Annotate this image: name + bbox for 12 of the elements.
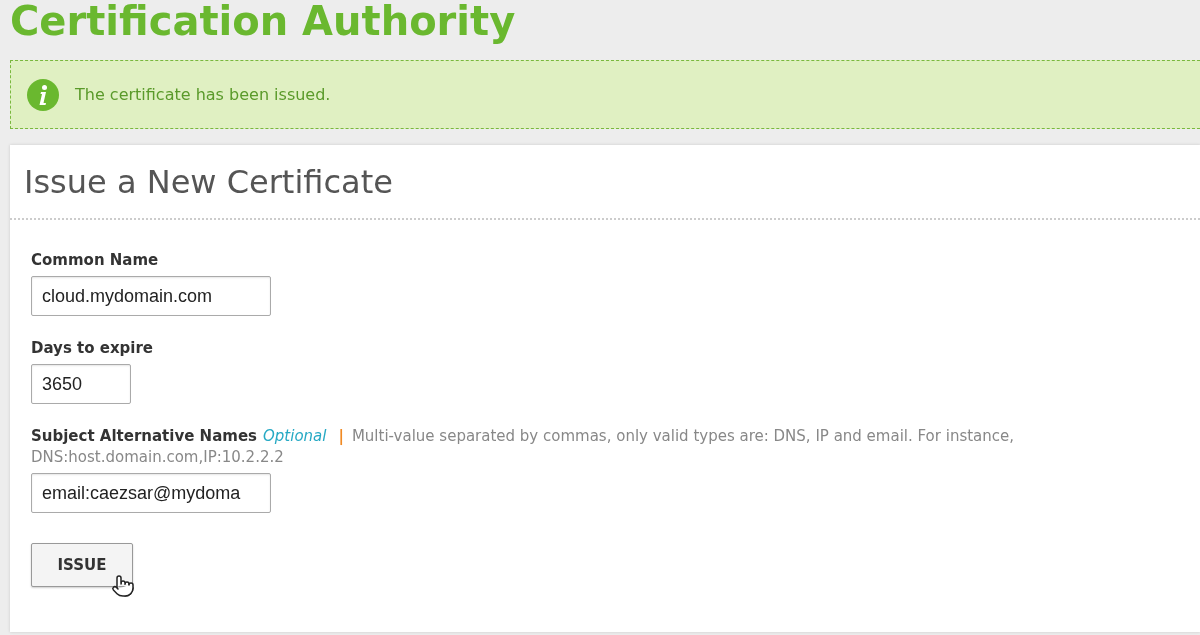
page-title: Certification Authority	[10, 0, 516, 46]
hand-cursor-icon	[111, 573, 135, 599]
input-field[interactable]: 3650	[31, 364, 131, 404]
message-text: The certificate has been issued.	[75, 85, 331, 104]
panel-title: Issue a New Certificate	[24, 162, 393, 201]
issue-button[interactable]: ISSUE	[31, 543, 133, 587]
input-field[interactable]: email:caezsar@mydoma	[31, 473, 271, 513]
field-label: Days to expire	[31, 338, 155, 359]
input-field[interactable]: cloud.mydomain.com	[31, 276, 271, 316]
info-icon	[27, 78, 59, 111]
field-label: Subject Alternative Names Optional | Multi-value separated by commas, only valid types are: DNS, IP and email. For instance, DNS:host.domain.com,IP:10.2.2.2	[31, 426, 1016, 468]
field-label: Common Name	[31, 250, 160, 271]
